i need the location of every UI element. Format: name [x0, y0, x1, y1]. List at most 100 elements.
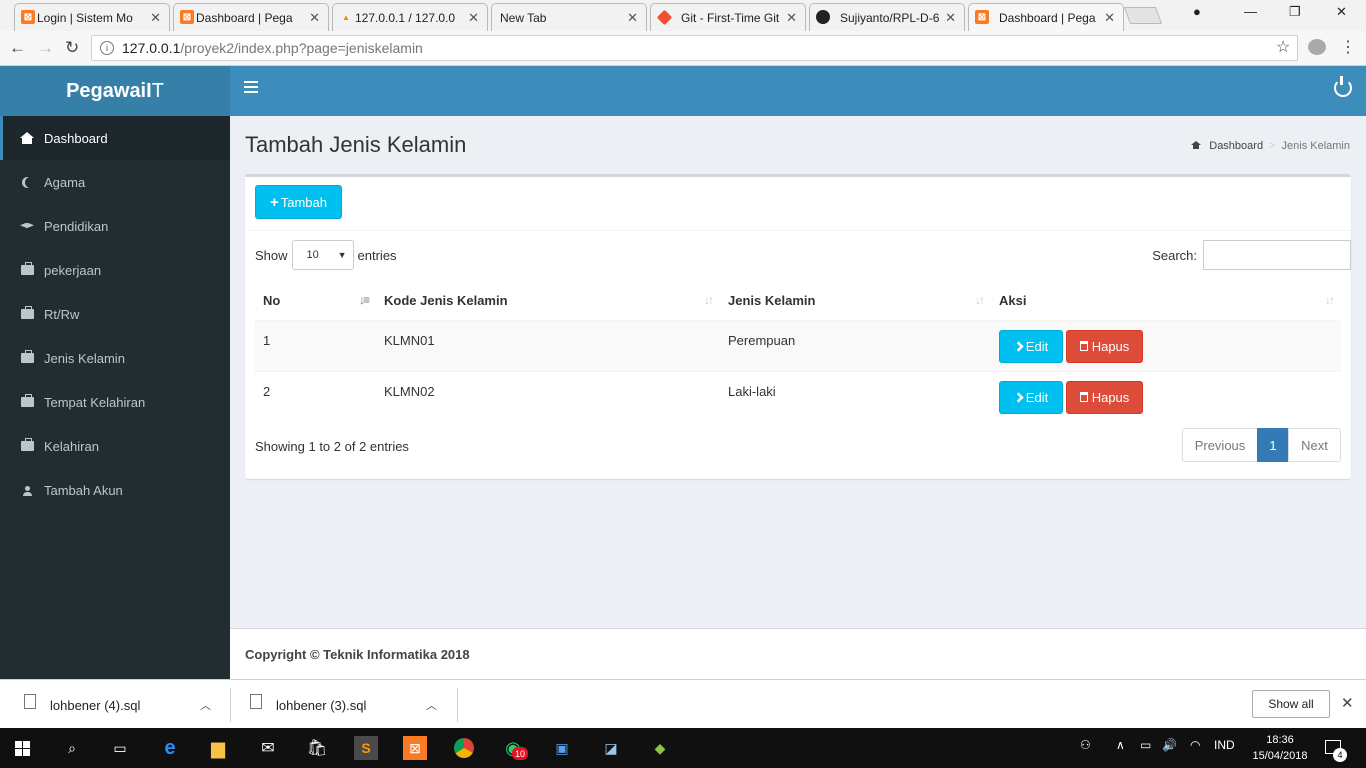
battery-icon[interactable]: ▭	[1140, 738, 1151, 752]
breadcrumb-home-link[interactable]: Dashboard	[1209, 140, 1263, 152]
github-icon	[816, 10, 830, 24]
close-window-icon[interactable]: ✕	[1336, 4, 1347, 20]
sidebar-item-agama[interactable]: Agama	[0, 160, 230, 204]
git-gui-icon[interactable]: ◆	[648, 736, 672, 760]
browser-tab[interactable]: Git - First-Time Git ✕	[650, 3, 806, 31]
delete-button[interactable]: Hapus	[1066, 329, 1143, 363]
xampp-icon[interactable]: ⊠	[403, 736, 427, 760]
previous-page-button[interactable]: Previous	[1182, 428, 1258, 462]
sidebar-item-rtrw[interactable]: Rt/Rw	[0, 292, 230, 336]
graduation-cap-icon	[20, 220, 34, 232]
new-tab-button[interactable]	[1123, 7, 1163, 24]
browser-tab[interactable]: ⊠ Login | Sistem Mo ✕	[14, 3, 170, 31]
chrome-icon[interactable]	[452, 736, 476, 760]
search-icon[interactable]: ⌕	[60, 736, 84, 760]
close-icon[interactable]: ✕	[1341, 694, 1354, 712]
close-tab-icon[interactable]: ✕	[945, 10, 956, 26]
app-logo[interactable]: PegawaiI T	[0, 66, 230, 116]
reload-icon[interactable]: ↻	[65, 38, 79, 58]
close-tab-icon[interactable]: ✕	[627, 10, 638, 26]
chevron-up-icon[interactable]: ∧	[1116, 738, 1125, 752]
file-explorer-icon[interactable]: ▆	[206, 736, 230, 760]
notepad-icon[interactable]: ◪	[599, 736, 623, 760]
add-button[interactable]: + Tambah	[255, 185, 342, 219]
sidebar-item-pendidikan[interactable]: Pendidikan	[0, 204, 230, 248]
url-input[interactable]: i 127.0.0.1/proyek2/index.php?page=jenis…	[91, 35, 1298, 61]
xampp-icon: ⊠	[21, 10, 35, 24]
tab-title: 127.0.0.1 / 127.0.0	[355, 10, 456, 25]
browser-tab[interactable]: Sujiyanto/RPL-D-6 ✕	[809, 3, 965, 31]
column-header-kode[interactable]: Kode Jenis Kelamin ↓↑	[376, 282, 720, 321]
close-tab-icon[interactable]: ✕	[786, 10, 797, 26]
edge-icon[interactable]: e	[158, 736, 182, 760]
delete-button[interactable]: Hapus	[1066, 380, 1143, 414]
close-tab-icon[interactable]: ✕	[150, 10, 161, 26]
sublime-text-icon[interactable]: S	[354, 736, 378, 760]
task-view-icon[interactable]: ▭	[108, 736, 132, 760]
table-info: Showing 1 to 2 of 2 entries	[255, 439, 409, 454]
sidebar-toggle-icon[interactable]	[244, 81, 258, 96]
sidebar-item-jenis-kelamin[interactable]: Jenis Kelamin	[0, 336, 230, 380]
volume-icon[interactable]: 🔊	[1162, 738, 1177, 752]
file-icon	[24, 693, 36, 709]
download-item[interactable]: lohbener (4).sql ︿	[24, 688, 224, 722]
wifi-icon[interactable]: ◠	[1190, 738, 1200, 752]
edit-button[interactable]: Edit	[999, 381, 1063, 414]
cell-aksi: Edit Hapus	[991, 370, 1341, 422]
app-icon[interactable]: ▣	[550, 736, 574, 760]
browser-tab-active[interactable]: ⊠ Dashboard | Pega ✕	[968, 3, 1124, 31]
browser-menu-icon[interactable]: ⋮	[1340, 37, 1356, 57]
browser-tab[interactable]: ⊠ Dashboard | Pega ✕	[173, 3, 329, 31]
next-page-button[interactable]: Next	[1288, 428, 1341, 462]
tab-title: Dashboard | Pega	[999, 10, 1096, 25]
people-icon[interactable]: ⚇	[1080, 738, 1091, 752]
content-box: + Tambah Show 10 ▼ entries Search: No ↓≡	[245, 174, 1351, 479]
column-header-no[interactable]: No ↓≡	[255, 282, 376, 321]
brand-light: T	[151, 79, 164, 102]
info-icon[interactable]: i	[100, 41, 114, 55]
browser-tab[interactable]: ▲ 127.0.0.1 / 127.0.0 ✕	[332, 3, 488, 31]
divider	[245, 230, 1351, 231]
close-tab-icon[interactable]: ✕	[309, 10, 320, 26]
show-all-button[interactable]: Show all	[1252, 690, 1330, 718]
breadcrumb-separator: >	[1269, 140, 1276, 152]
windows-start-icon[interactable]	[10, 736, 34, 760]
close-tab-icon[interactable]: ✕	[468, 10, 479, 26]
chevron-up-icon[interactable]: ︿	[426, 697, 437, 713]
breadcrumb: Dashboard > Jenis Kelamin	[1191, 140, 1350, 152]
language-indicator[interactable]: IND	[1214, 738, 1235, 752]
download-filename: lohbener (3).sql	[276, 697, 367, 713]
minimize-icon[interactable]: —	[1244, 4, 1257, 19]
browser-tabstrip: ⊠ Login | Sistem Mo ✕ ⊠ Dashboard | Pega…	[0, 0, 1366, 31]
chevron-down-icon: ▼	[337, 250, 347, 260]
show-label: Show	[255, 247, 288, 263]
tab-title: New Tab	[500, 10, 547, 25]
edit-button[interactable]: Edit	[999, 330, 1063, 363]
sidebar-item-tempat-kelahiran[interactable]: Tempat Kelahiran	[0, 380, 230, 424]
close-tab-icon[interactable]: ✕	[1104, 10, 1115, 26]
current-page-button[interactable]: 1	[1257, 428, 1289, 462]
forward-icon[interactable]: →	[37, 38, 54, 58]
sidebar-item-tambah-akun[interactable]: Tambah Akun	[0, 468, 230, 512]
search-input[interactable]	[1203, 240, 1351, 270]
back-icon[interactable]: ←	[9, 38, 26, 58]
logout-power-icon[interactable]	[1334, 76, 1352, 97]
bookmark-star-icon[interactable]: ☆	[1276, 37, 1290, 57]
whatsapp-badge: 10	[512, 747, 528, 760]
sidebar-item-pekerjaan[interactable]: pekerjaan	[0, 248, 230, 292]
chevron-up-icon[interactable]: ︿	[200, 697, 211, 713]
column-header-jenis[interactable]: Jenis Kelamin ↓↑	[720, 282, 991, 321]
page-length-select[interactable]: 10 ▼	[291, 240, 354, 270]
sidebar-item-dashboard[interactable]: Dashboard	[0, 116, 230, 160]
store-icon[interactable]: 🛍	[305, 736, 329, 760]
mail-icon[interactable]: ✉	[256, 736, 280, 760]
browser-tab[interactable]: New Tab ✕	[491, 3, 647, 31]
extension-icon[interactable]	[1308, 39, 1326, 55]
profile-icon[interactable]: ●	[1193, 4, 1201, 19]
taskbar-clock[interactable]: 18:36 15/04/2018	[1249, 732, 1311, 764]
sidebar-item-kelahiran[interactable]: Kelahiran	[0, 424, 230, 468]
maximize-icon[interactable]: ❐	[1289, 4, 1301, 20]
column-header-label: Jenis Kelamin	[728, 293, 816, 309]
download-item[interactable]: lohbener (3).sql ︿	[250, 688, 450, 722]
column-header-aksi[interactable]: Aksi ↓↑	[991, 282, 1341, 321]
